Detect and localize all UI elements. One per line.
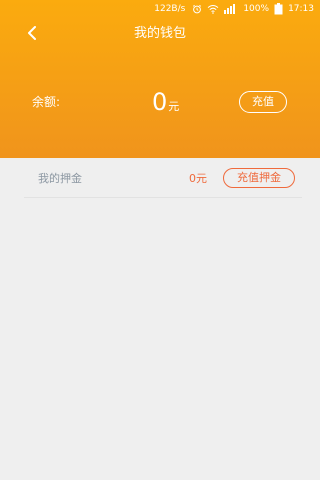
deposit-recharge-button[interactable]: 充值押金 [223,168,295,188]
battery-icon [274,3,283,15]
balance-label: 余额: [32,95,61,109]
balance-amount: 0 元 [152,86,179,118]
status-time: 17:13 [288,4,314,14]
recharge-button[interactable]: 充值 [239,91,287,113]
battery-percent: 100% [243,4,270,14]
status-bar-right: 122B/s 100% 17:13 [154,0,314,18]
alarm-icon [192,4,202,14]
wifi-icon [207,4,219,14]
balance-unit: 元 [168,100,180,113]
deposit-label: 我的押金 [38,172,82,185]
deposit-amount: 0元 [189,172,207,185]
network-speed: 122B/s [154,4,186,14]
deposit-row: 我的押金 0元 充值押金 [24,160,302,198]
navigation-bar: 我的钱包 [0,18,320,50]
page-title: 我的钱包 [133,26,186,41]
status-bar: 122B/s 100% 17:13 [0,0,320,18]
wallet-header: 122B/s 100% 17:13 我的钱包 余额: 0 元 充值 [0,0,320,158]
balance-value: 0 [152,88,168,116]
signal-icon [224,4,238,14]
